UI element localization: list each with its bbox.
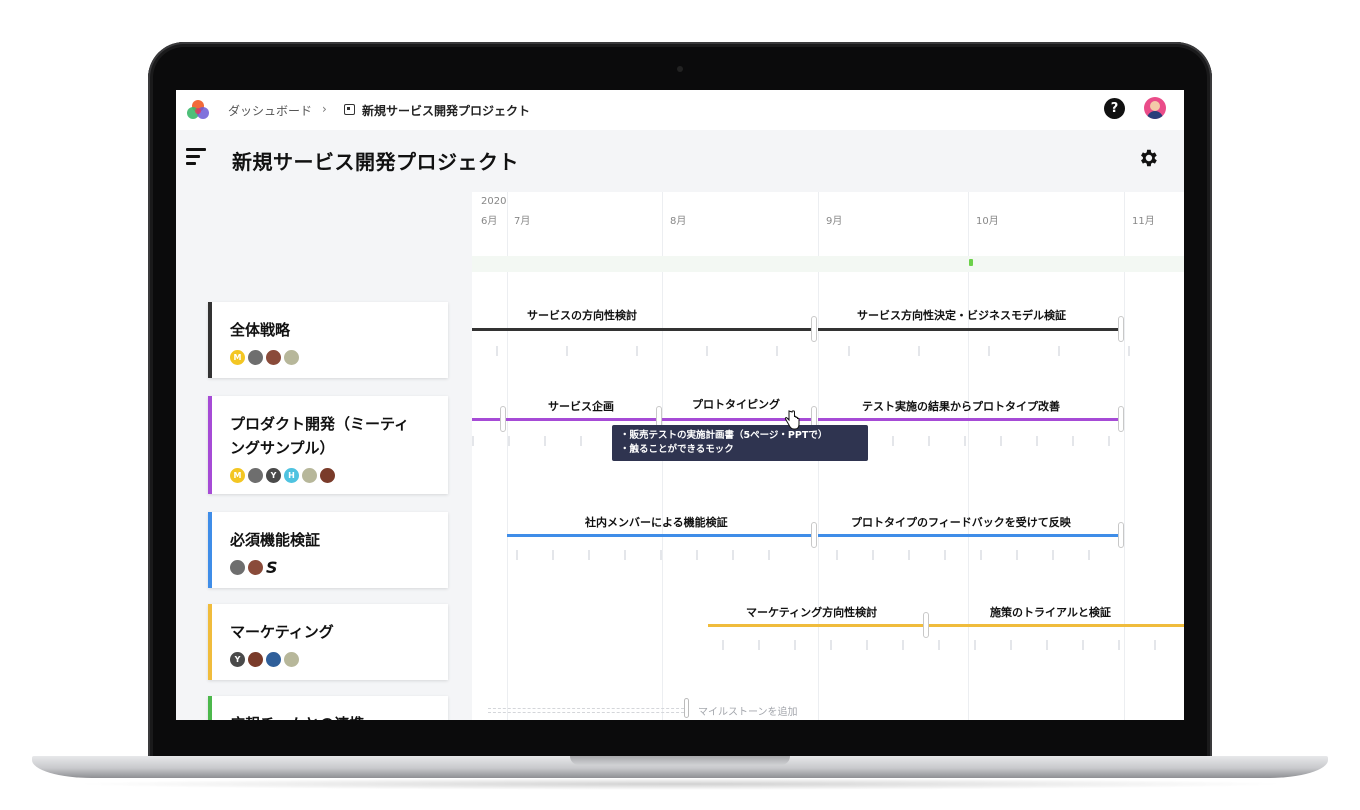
milestone-handle[interactable]	[1118, 522, 1124, 548]
group-card-pr[interactable]: 広報チームとの連携	[208, 696, 448, 720]
milestone-label[interactable]: 施策のトライアルと検証	[990, 604, 1111, 620]
gantt-timeline: 2020 6月 7月 8月 9月 10月 11月 サービスの方向性検討 サービス…	[472, 192, 1184, 720]
milestone-handle[interactable]	[811, 316, 817, 342]
member-avatars: M	[230, 350, 299, 365]
avatar[interactable]: Y	[230, 652, 245, 667]
avatar[interactable]: M	[230, 468, 245, 483]
month-label: 6月	[481, 216, 498, 227]
avatar[interactable]	[248, 652, 263, 667]
camera-dot	[677, 66, 683, 72]
user-avatar[interactable]	[1144, 97, 1166, 119]
avatar[interactable]	[284, 652, 299, 667]
top-bar: ダッシュボード › 新規サービス開発プロジェクト ?	[176, 90, 1184, 130]
breadcrumb-dashboard[interactable]: ダッシュボード	[228, 102, 312, 119]
add-milestone-track[interactable]	[488, 708, 684, 713]
group-card-feature-test[interactable]: 必須機能検証 S	[208, 512, 448, 588]
laptop-shadow	[70, 778, 1290, 790]
milestone-bar[interactable]	[818, 534, 1120, 537]
month-label: 10月	[976, 216, 999, 227]
avatar[interactable]: M	[230, 350, 245, 365]
month-label: 11月	[1132, 216, 1155, 227]
hand-cursor-icon	[784, 410, 800, 430]
page-header: 新規サービス開発プロジェクト	[176, 130, 1184, 192]
gear-icon[interactable]	[1137, 147, 1159, 169]
add-milestone-handle[interactable]	[684, 698, 689, 718]
avatar[interactable]	[230, 560, 245, 575]
avatar[interactable]	[266, 652, 281, 667]
page-title: 新規サービス開発プロジェクト	[232, 150, 519, 174]
milestone-bar[interactable]	[507, 534, 814, 537]
milestone-bar[interactable]	[818, 418, 1120, 421]
milestone-label[interactable]: プロトタイピング	[692, 396, 780, 412]
milestone-label[interactable]: テスト実施の結果からプロトタイプ改善	[862, 398, 1060, 414]
milestone-handle[interactable]	[500, 406, 506, 432]
milestone-label[interactable]: サービスの方向性検討	[527, 307, 637, 323]
milestone-label[interactable]: サービス方向性決定・ビジネスモデル検証	[857, 307, 1066, 323]
avatar[interactable]	[266, 350, 281, 365]
group-card-strategy[interactable]: 全体戦略 M	[208, 302, 448, 378]
app-logo-icon[interactable]	[186, 98, 210, 122]
app-screen: ダッシュボード › 新規サービス開発プロジェクト ? 新規サービス開発プロジェク…	[176, 90, 1184, 720]
month-label: 7月	[514, 216, 531, 227]
group-card-product[interactable]: プロダクト開発（ミーティングサンプル） M Y H	[208, 396, 448, 494]
breadcrumb-project[interactable]: 新規サービス開発プロジェクト	[362, 102, 530, 119]
avatar[interactable]	[248, 560, 263, 575]
avatar[interactable]: S	[266, 560, 278, 576]
milestone-tooltip: ・販売テストの実施計画書（5ページ・PPTで） ・触ることができるモック	[612, 425, 868, 461]
milestone-label[interactable]: サービス企画	[548, 398, 614, 414]
month-label: 9月	[826, 216, 843, 227]
tooltip-line: ・販売テストの実施計画書（5ページ・PPTで）	[620, 430, 828, 441]
group-title: 広報チームとの連携	[230, 712, 430, 720]
group-title: プロダクト開発（ミーティングサンプル）	[230, 415, 410, 457]
help-icon[interactable]: ?	[1104, 98, 1125, 119]
tooltip-line: ・触ることができるモック	[620, 444, 734, 455]
milestone-bar[interactable]	[708, 624, 924, 627]
year-label: 2020	[481, 196, 507, 207]
member-avatars: Y	[230, 652, 299, 667]
member-avatars: M Y H	[230, 468, 335, 483]
milestone-handle[interactable]	[1118, 406, 1124, 432]
milestone-handle[interactable]	[811, 522, 817, 548]
avatar[interactable]	[284, 350, 299, 365]
today-strip	[472, 256, 1184, 272]
milestone-label[interactable]: 社内メンバーによる機能検証	[585, 514, 728, 530]
avatar[interactable]: H	[284, 468, 299, 483]
milestone-handle[interactable]	[923, 612, 929, 638]
member-avatars: S	[230, 560, 278, 576]
group-title: マーケティング	[230, 623, 334, 641]
avatar[interactable]	[320, 468, 335, 483]
avatar[interactable]: Y	[266, 468, 281, 483]
group-title: 全体戦略	[230, 321, 291, 339]
avatar[interactable]	[248, 350, 263, 365]
avatar[interactable]	[248, 468, 263, 483]
group-title: 必須機能検証	[230, 531, 321, 549]
milestone-label[interactable]: プロトタイプのフィードバックを受けて反映	[851, 514, 1071, 530]
month-label: 8月	[670, 216, 687, 227]
laptop-notch	[570, 756, 790, 765]
add-milestone-button[interactable]: マイルストーンを追加	[698, 703, 798, 718]
milestone-bar[interactable]	[928, 624, 1184, 627]
milestone-bar[interactable]	[472, 328, 814, 331]
milestone-bar[interactable]	[818, 328, 1120, 331]
menu-icon[interactable]	[186, 148, 206, 166]
milestone-label[interactable]: マーケティング方向性検討	[746, 604, 877, 620]
today-marker	[969, 259, 973, 266]
avatar[interactable]	[302, 468, 317, 483]
group-card-marketing[interactable]: マーケティング Y	[208, 604, 448, 680]
milestone-handle[interactable]	[1118, 316, 1124, 342]
board-icon	[344, 104, 355, 115]
breadcrumb-separator: ›	[322, 102, 327, 116]
